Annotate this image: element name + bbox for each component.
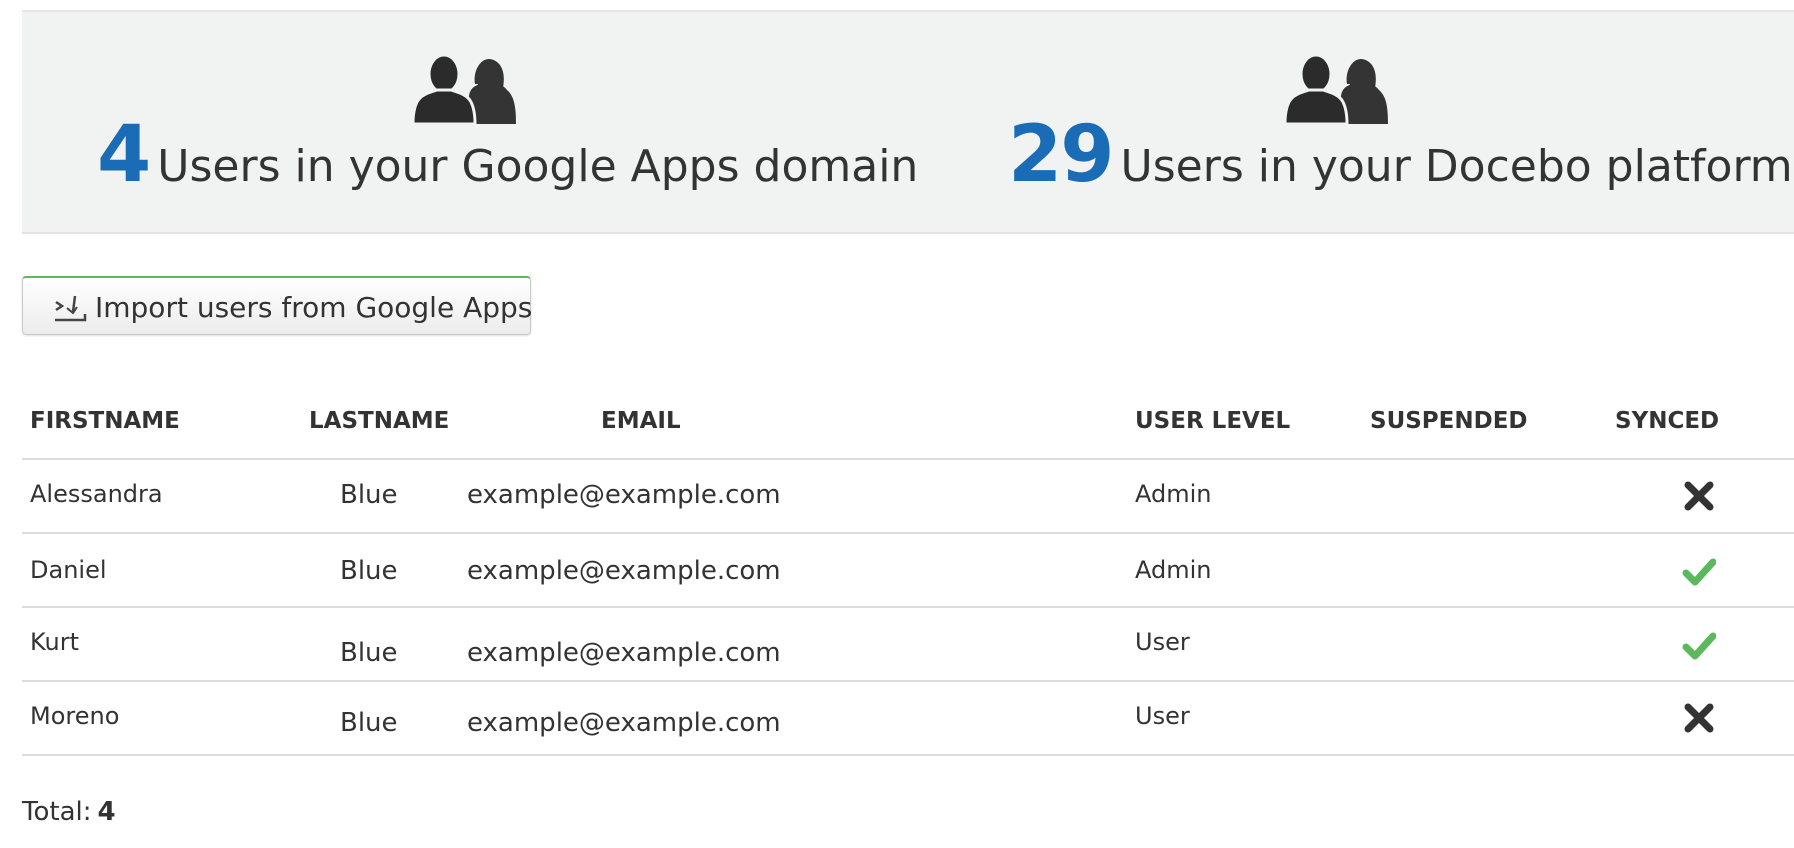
users-group-icon bbox=[1285, 54, 1388, 124]
cell-email: example@example.com bbox=[467, 556, 781, 586]
column-header-user-level[interactable]: USER LEVEL bbox=[1135, 408, 1290, 434]
column-header-suspended[interactable]: SUSPENDED bbox=[1370, 408, 1528, 434]
not-synced-icon bbox=[1684, 481, 1714, 511]
import-icon bbox=[55, 295, 87, 322]
cell-email: example@example.com bbox=[467, 480, 781, 510]
cell-user-level: User bbox=[1135, 628, 1190, 656]
cell-user-level: Admin bbox=[1135, 480, 1212, 508]
total-label: Total: bbox=[22, 797, 92, 827]
total-count: Total: 4 bbox=[22, 797, 116, 827]
google-users-count: 4 bbox=[97, 110, 151, 200]
docebo-users-summary: 29 Users in your Docebo platform bbox=[1008, 116, 1793, 194]
cell-firstname: Alessandra bbox=[30, 480, 163, 508]
column-header-synced[interactable]: SYNCED bbox=[1615, 408, 1719, 434]
table-row[interactable]: Daniel Blue example@example.com Admin bbox=[22, 534, 1794, 608]
cell-firstname: Kurt bbox=[30, 628, 80, 656]
table-row[interactable]: Alessandra Blue example@example.com Admi… bbox=[22, 460, 1794, 534]
import-users-button[interactable]: Import users from Google Apps bbox=[22, 276, 533, 335]
column-header-email[interactable]: EMAIL bbox=[601, 408, 681, 434]
docebo-users-stat: 29 Users in your Docebo platform bbox=[902, 12, 1793, 232]
google-users-stat: 4 Users in your Google Apps domain bbox=[22, 12, 918, 232]
users-group-icon bbox=[413, 54, 516, 124]
google-users-label: Users in your Google Apps domain bbox=[157, 141, 919, 192]
not-synced-icon bbox=[1684, 703, 1714, 733]
google-apps-sync-page: 4 Users in your Google Apps domain 29 User… bbox=[0, 0, 1794, 848]
synced-check-icon bbox=[1682, 558, 1716, 586]
cell-user-level: User bbox=[1135, 702, 1190, 730]
cell-lastname: Blue bbox=[340, 708, 398, 738]
cell-lastname: Blue bbox=[340, 556, 398, 586]
synced-check-icon bbox=[1682, 632, 1716, 660]
cell-firstname: Moreno bbox=[30, 702, 120, 730]
google-users-summary: 4 Users in your Google Apps domain bbox=[97, 116, 918, 194]
docebo-users-label: Users in your Docebo platform bbox=[1120, 141, 1793, 192]
docebo-users-count: 29 bbox=[1008, 110, 1115, 200]
cell-user-level: Admin bbox=[1135, 556, 1212, 584]
cell-email: example@example.com bbox=[467, 638, 781, 668]
stats-panel: 4 Users in your Google Apps domain 29 User… bbox=[22, 10, 1794, 234]
total-value: 4 bbox=[97, 797, 116, 827]
import-users-label: Import users from Google Apps bbox=[95, 291, 533, 324]
cell-lastname: Blue bbox=[340, 480, 398, 510]
cell-firstname: Daniel bbox=[30, 556, 107, 584]
column-header-firstname[interactable]: FIRSTNAME bbox=[30, 408, 180, 434]
cell-email: example@example.com bbox=[467, 708, 781, 738]
table-row[interactable]: Moreno Blue example@example.com User bbox=[22, 682, 1794, 756]
table-row[interactable]: Kurt Blue example@example.com User bbox=[22, 608, 1794, 682]
column-header-lastname[interactable]: LASTNAME bbox=[309, 408, 449, 434]
cell-lastname: Blue bbox=[340, 638, 398, 668]
